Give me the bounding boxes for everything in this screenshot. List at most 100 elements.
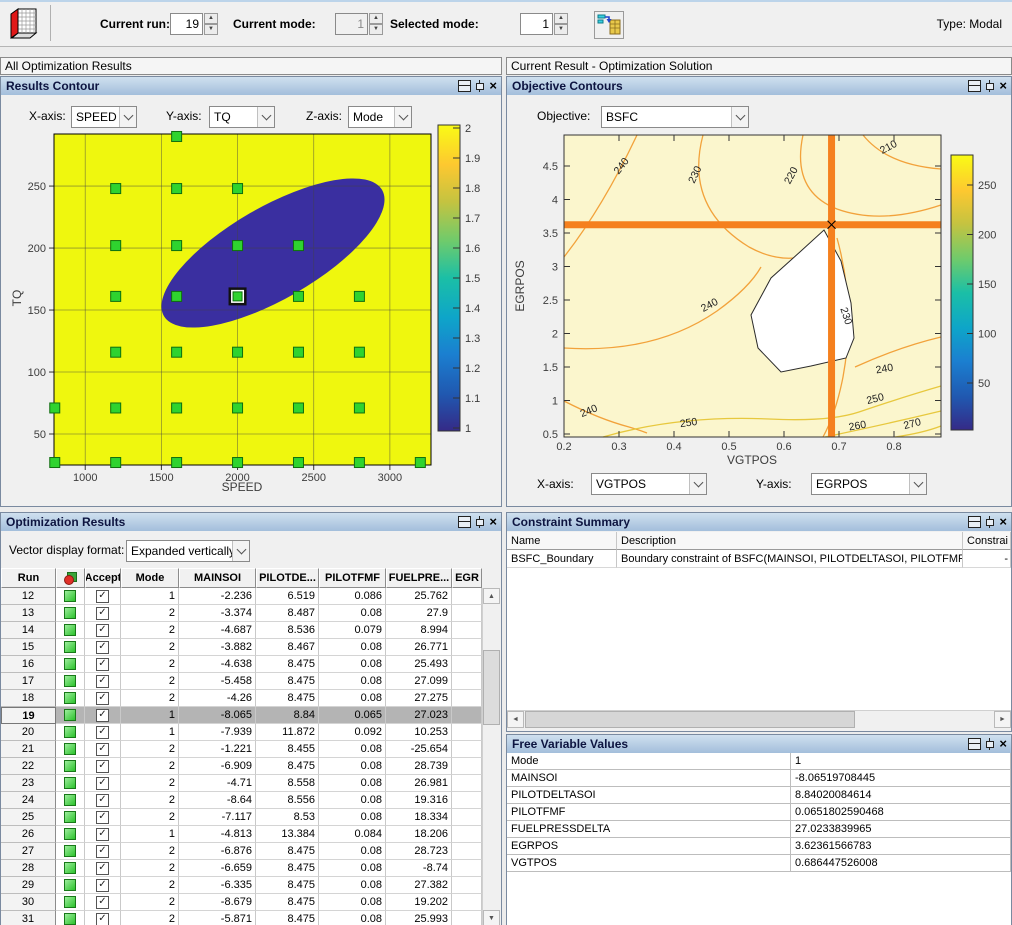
- table-row[interactable]: 24✓2-8.648.5560.0819.316: [1, 792, 482, 809]
- cell-value[interactable]: [452, 877, 482, 894]
- cell-value[interactable]: 8.994: [386, 622, 452, 639]
- run-number[interactable]: 26: [1, 826, 56, 843]
- run-marker[interactable]: [172, 291, 182, 301]
- accept-checkbox[interactable]: ✓: [96, 624, 109, 637]
- col-pilotdeltasoi[interactable]: PILOTDE...: [256, 568, 319, 588]
- cell-value[interactable]: 0.065: [319, 707, 386, 724]
- cell-value[interactable]: 2: [121, 758, 179, 775]
- cell-value[interactable]: -8.74: [386, 860, 452, 877]
- cell-value[interactable]: 8.455: [256, 741, 319, 758]
- run-number[interactable]: 28: [1, 860, 56, 877]
- cell-value[interactable]: -7.117: [179, 809, 256, 826]
- run-number[interactable]: 20: [1, 724, 56, 741]
- cell-value[interactable]: 25.493: [386, 656, 452, 673]
- cell-value[interactable]: 8.475: [256, 894, 319, 911]
- scrollbar-thumb[interactable]: [483, 650, 500, 725]
- cell-value[interactable]: 0.08: [319, 741, 386, 758]
- run-marker[interactable]: [111, 291, 121, 301]
- current-run-spinner[interactable]: 19 ▲▼: [170, 13, 218, 35]
- cell-value[interactable]: 8.556: [256, 792, 319, 809]
- cell-value[interactable]: [452, 639, 482, 656]
- cell-value[interactable]: 0.086: [319, 588, 386, 605]
- run-number[interactable]: 31: [1, 911, 56, 925]
- cell-value[interactable]: 0.08: [319, 860, 386, 877]
- run-marker[interactable]: [293, 347, 303, 357]
- cell-value[interactable]: 1: [121, 707, 179, 724]
- cell-value[interactable]: -3.882: [179, 639, 256, 656]
- cell-value[interactable]: 0.084: [319, 826, 386, 843]
- run-marker[interactable]: [233, 241, 243, 251]
- run-marker[interactable]: [172, 347, 182, 357]
- col-egrpos[interactable]: EGR: [452, 568, 482, 588]
- run-number[interactable]: 17: [1, 673, 56, 690]
- accept-checkbox[interactable]: ✓: [96, 811, 109, 824]
- run-marker[interactable]: [233, 184, 243, 194]
- run-number[interactable]: 30: [1, 894, 56, 911]
- cell-value[interactable]: 18.334: [386, 809, 452, 826]
- cell-value[interactable]: -1.221: [179, 741, 256, 758]
- cell-value[interactable]: -4.638: [179, 656, 256, 673]
- run-marker[interactable]: [50, 403, 60, 413]
- close-icon[interactable]: ×: [488, 80, 498, 92]
- accept-checkbox[interactable]: ✓: [96, 607, 109, 620]
- cell-value[interactable]: 26.981: [386, 775, 452, 792]
- cell-value[interactable]: 2: [121, 775, 179, 792]
- table-row[interactable]: 12✓1-2.2366.5190.08625.762: [1, 588, 482, 605]
- cell-value[interactable]: 0.08: [319, 894, 386, 911]
- cell-value[interactable]: 2: [121, 911, 179, 925]
- run-number[interactable]: 21: [1, 741, 56, 758]
- constraint-row[interactable]: BSFC_BoundaryBoundary constraint of BSFC…: [507, 550, 1011, 568]
- table-row[interactable]: 28✓2-6.6598.4750.08-8.74: [1, 860, 482, 877]
- constraint-summary-titlebar[interactable]: Constraint Summary ×: [507, 513, 1011, 531]
- cell-value[interactable]: 8.475: [256, 656, 319, 673]
- cell-value[interactable]: 8.84: [256, 707, 319, 724]
- accept-checkbox[interactable]: ✓: [96, 675, 109, 688]
- accept-checkbox[interactable]: ✓: [96, 896, 109, 909]
- accept-checkbox[interactable]: ✓: [96, 743, 109, 756]
- spinner-down-icon[interactable]: ▼: [554, 24, 568, 35]
- table-row[interactable]: 25✓2-7.1178.530.0818.334: [1, 809, 482, 826]
- cell-value[interactable]: 0.08: [319, 673, 386, 690]
- cell-value[interactable]: 27.023: [386, 707, 452, 724]
- table-row[interactable]: 20✓1-7.93911.8720.09210.253: [1, 724, 482, 741]
- col-name[interactable]: Name: [507, 532, 617, 550]
- undock-icon[interactable]: [458, 516, 471, 528]
- run-number[interactable]: 13: [1, 605, 56, 622]
- accept-checkbox[interactable]: ✓: [96, 692, 109, 705]
- cell-value[interactable]: 0.08: [319, 792, 386, 809]
- run-number[interactable]: 16: [1, 656, 56, 673]
- cell-value[interactable]: [452, 724, 482, 741]
- run-number[interactable]: 27: [1, 843, 56, 860]
- cell-value[interactable]: [452, 588, 482, 605]
- cell-value[interactable]: 8.475: [256, 758, 319, 775]
- objective-contours-titlebar[interactable]: Objective Contours ×: [507, 77, 1011, 95]
- table-row[interactable]: 18✓2-4.268.4750.0827.275: [1, 690, 482, 707]
- table-row[interactable]: 31✓2-5.8718.4750.0825.993: [1, 911, 482, 925]
- cell-value[interactable]: 0.079: [319, 622, 386, 639]
- cell-value[interactable]: -8.065: [179, 707, 256, 724]
- cell-value[interactable]: [452, 843, 482, 860]
- accept-checkbox[interactable]: ✓: [96, 879, 109, 892]
- col-flag[interactable]: [56, 568, 85, 588]
- cell-value[interactable]: -3.374: [179, 605, 256, 622]
- close-icon[interactable]: ×: [998, 516, 1008, 528]
- cell-value[interactable]: -6.876: [179, 843, 256, 860]
- cell-value[interactable]: -6.909: [179, 758, 256, 775]
- cell-value[interactable]: [452, 911, 482, 925]
- selected-mode-value[interactable]: 1: [520, 13, 553, 35]
- accept-checkbox[interactable]: ✓: [96, 641, 109, 654]
- cell-value[interactable]: 27.9: [386, 605, 452, 622]
- table-row[interactable]: 16✓2-4.6388.4750.0825.493: [1, 656, 482, 673]
- undock-icon[interactable]: [968, 738, 981, 750]
- cell-value[interactable]: -4.687: [179, 622, 256, 639]
- cell-value[interactable]: -5.871: [179, 911, 256, 925]
- col-fuelpressdelta[interactable]: FUELPRE...: [386, 568, 452, 588]
- accept-checkbox[interactable]: ✓: [96, 794, 109, 807]
- cell-value[interactable]: 0.08: [319, 843, 386, 860]
- run-number[interactable]: 14: [1, 622, 56, 639]
- table-row[interactable]: 17✓2-5.4588.4750.0827.099: [1, 673, 482, 690]
- constraint-name[interactable]: BSFC_Boundary: [507, 550, 617, 568]
- cell-value[interactable]: [452, 741, 482, 758]
- horizontal-scrollbar[interactable]: ◄ ►: [507, 710, 1011, 729]
- table-row[interactable]: 29✓2-6.3358.4750.0827.382: [1, 877, 482, 894]
